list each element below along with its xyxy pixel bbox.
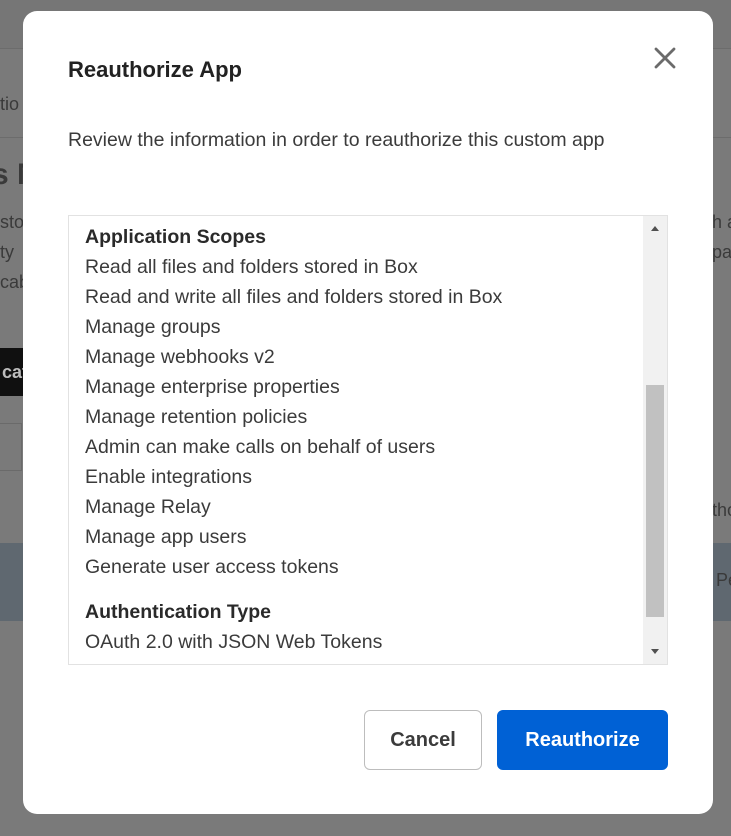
scopes-content: Application Scopes Read all files and fo… (85, 222, 645, 657)
scope-item: Generate user access tokens (85, 556, 339, 578)
scope-item: Enable integrations (85, 466, 252, 488)
arrow-up-icon (651, 226, 659, 231)
scope-item: Manage retention policies (85, 406, 308, 428)
scope-item: Manage webhooks v2 (85, 346, 275, 368)
background-text-fragment: ty (0, 242, 15, 262)
background-text-fragment: par (712, 242, 731, 262)
auth-type-value: OAuth 2.0 with JSON Web Tokens (85, 631, 383, 653)
scrollbar[interactable] (643, 216, 667, 664)
arrow-down-icon (651, 649, 659, 654)
reauthorize-modal: Reauthorize App Review the information i… (23, 11, 713, 814)
scope-item: Manage groups (85, 316, 221, 338)
reauthorize-button[interactable]: Reauthorize (497, 710, 668, 770)
close-icon (654, 47, 676, 69)
background-select (0, 423, 22, 471)
modal-description: Review the information in order to reaut… (68, 129, 605, 151)
background-text-fragment: sto (0, 212, 25, 232)
scope-item: Manage enterprise properties (85, 376, 340, 398)
background-text-fragment: Pe (716, 570, 731, 590)
background-text-fragment: tho (712, 500, 731, 520)
scope-item: Read all files and folders stored in Box (85, 256, 418, 278)
scope-item: Manage Relay (85, 496, 211, 518)
background-text-fragment: h a (712, 212, 731, 232)
cancel-button[interactable]: Cancel (364, 710, 482, 770)
scope-item: Read and write all files and folders sto… (85, 286, 503, 308)
scroll-up-button[interactable] (643, 216, 667, 240)
auth-type-heading: Authentication Type (85, 601, 271, 623)
close-button[interactable] (651, 44, 681, 74)
background-text-fragment: tio (0, 94, 20, 114)
scopes-scroll-panel[interactable]: Application Scopes Read all files and fo… (68, 215, 668, 665)
scope-item: Manage app users (85, 526, 247, 548)
scrollbar-thumb[interactable] (646, 385, 664, 617)
modal-title: Reauthorize App (68, 57, 242, 82)
scroll-down-button[interactable] (643, 640, 667, 664)
scopes-heading: Application Scopes (85, 226, 266, 248)
scope-item: Admin can make calls on behalf of users (85, 436, 436, 458)
